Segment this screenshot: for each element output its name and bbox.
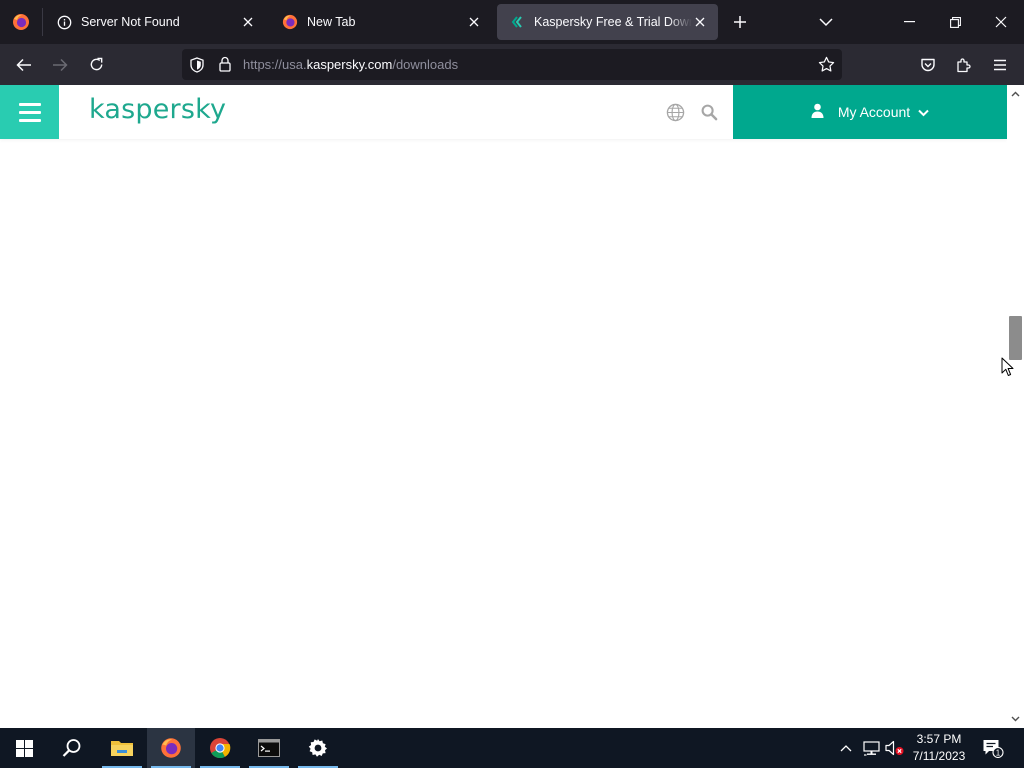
my-account-button[interactable]: My Account <box>733 85 1007 139</box>
scroll-up-arrow-icon[interactable] <box>1007 87 1024 101</box>
chevron-down-icon <box>918 104 929 120</box>
close-icon <box>995 16 1007 28</box>
browser-tab-strip: Server Not Found New Tab Kaspersky Free … <box>0 0 1024 44</box>
minimize-icon <box>903 21 915 23</box>
new-tab-button[interactable] <box>726 0 754 44</box>
scroll-down-arrow-icon[interactable] <box>1007 712 1024 726</box>
url-prefix: https://usa. <box>243 57 307 72</box>
url-domain: kaspersky.com <box>306 57 393 72</box>
notification-icon: 1 <box>983 740 1004 758</box>
menu-bar <box>18 102 41 106</box>
network-icon[interactable] <box>860 728 882 768</box>
menu-bar <box>18 118 41 122</box>
kaspersky-logo[interactable]: kaspersky <box>89 94 226 125</box>
reload-icon <box>90 57 102 71</box>
tab-server-not-found[interactable]: Server Not Found <box>44 4 266 40</box>
restore-window-button[interactable] <box>932 0 978 44</box>
plus-icon <box>734 16 746 28</box>
firefox-icon <box>282 14 298 30</box>
back-arrow-icon <box>16 58 31 71</box>
windows-taskbar: 3:57 PM 7/11/2023 1 <box>0 728 1024 768</box>
close-tab-icon[interactable] <box>692 14 708 30</box>
firefox-icon <box>161 738 181 758</box>
pocket-icon <box>921 58 935 71</box>
close-tab-icon[interactable] <box>240 14 256 30</box>
minimize-window-button[interactable] <box>886 0 932 44</box>
start-button[interactable] <box>0 728 48 768</box>
action-center-button[interactable]: 1 <box>978 728 1008 768</box>
tab-separator <box>42 8 43 36</box>
url-text[interactable]: https://usa.kaspersky.com/downloads <box>243 57 458 72</box>
browser-navigation-bar: https://usa.kaspersky.com/downloads <box>0 44 1024 85</box>
show-hidden-icons-chevron-up-icon[interactable] <box>836 728 856 768</box>
web-page-content: kaspersky My Account <box>0 85 1007 728</box>
chrome-icon <box>210 738 231 759</box>
file-explorer-icon <box>111 741 133 756</box>
windows-start-icon <box>15 739 33 757</box>
puzzle-icon <box>957 57 971 72</box>
clock-date: 7/11/2023 <box>912 749 966 763</box>
taskbar-terminal[interactable] <box>245 728 293 768</box>
info-icon <box>56 14 72 30</box>
clock-time: 3:57 PM <box>916 732 962 746</box>
site-header: kaspersky My Account <box>0 85 1007 139</box>
close-tab-icon[interactable] <box>466 14 482 30</box>
my-account-label: My Account <box>837 104 911 120</box>
tab-kaspersky-downloads[interactable]: Kaspersky Free & Trial Downloads <box>497 4 718 40</box>
kaspersky-favicon <box>509 14 525 30</box>
forward-button[interactable] <box>42 44 78 85</box>
tracking-protection-shield-icon[interactable] <box>190 57 204 78</box>
site-menu-button[interactable] <box>0 85 59 139</box>
close-window-button[interactable] <box>978 0 1024 44</box>
address-bar[interactable]: https://usa.kaspersky.com/downloads <box>182 49 842 80</box>
list-all-tabs-button[interactable] <box>812 0 840 44</box>
tab-title: New Tab <box>307 15 356 29</box>
globe-icon[interactable] <box>665 102 685 122</box>
restore-icon <box>949 16 961 28</box>
chevron-down-icon <box>819 18 833 27</box>
firefox-view-icon[interactable] <box>0 0 42 44</box>
app-menu-button[interactable] <box>982 44 1018 85</box>
scrollbar-thumb[interactable] <box>1009 316 1022 360</box>
lock-icon[interactable] <box>219 56 231 77</box>
taskbar-search-button[interactable] <box>48 728 96 768</box>
back-button[interactable] <box>6 44 42 85</box>
hamburger-menu-icon <box>994 59 1006 70</box>
tab-new-tab[interactable]: New Tab <box>270 4 492 40</box>
bookmark-star-icon[interactable] <box>818 56 835 78</box>
taskbar-settings[interactable] <box>294 728 342 768</box>
taskbar-firefox[interactable] <box>147 728 195 768</box>
taskbar-file-explorer[interactable] <box>98 728 146 768</box>
terminal-icon <box>258 739 280 757</box>
taskbar-chrome[interactable] <box>196 728 244 768</box>
settings-gear-icon <box>308 739 327 757</box>
page-scrollbar[interactable] <box>1007 85 1024 728</box>
system-clock[interactable]: 3:57 PM 7/11/2023 <box>906 731 972 765</box>
tab-title: Kaspersky Free & Trial Downloads <box>534 15 692 29</box>
url-path: /downloads <box>392 57 459 72</box>
user-icon <box>811 103 824 121</box>
search-icon <box>62 739 81 757</box>
tab-title: Server Not Found <box>81 15 180 29</box>
forward-arrow-icon <box>53 58 68 71</box>
pocket-button[interactable] <box>910 44 946 85</box>
volume-muted-icon[interactable] <box>884 728 906 768</box>
reload-button[interactable] <box>78 44 114 85</box>
notification-count: 1 <box>996 749 1001 758</box>
search-icon[interactable] <box>699 102 719 122</box>
mouse-cursor-icon <box>1001 357 1014 376</box>
menu-bar <box>18 110 41 114</box>
extensions-button[interactable] <box>946 44 982 85</box>
